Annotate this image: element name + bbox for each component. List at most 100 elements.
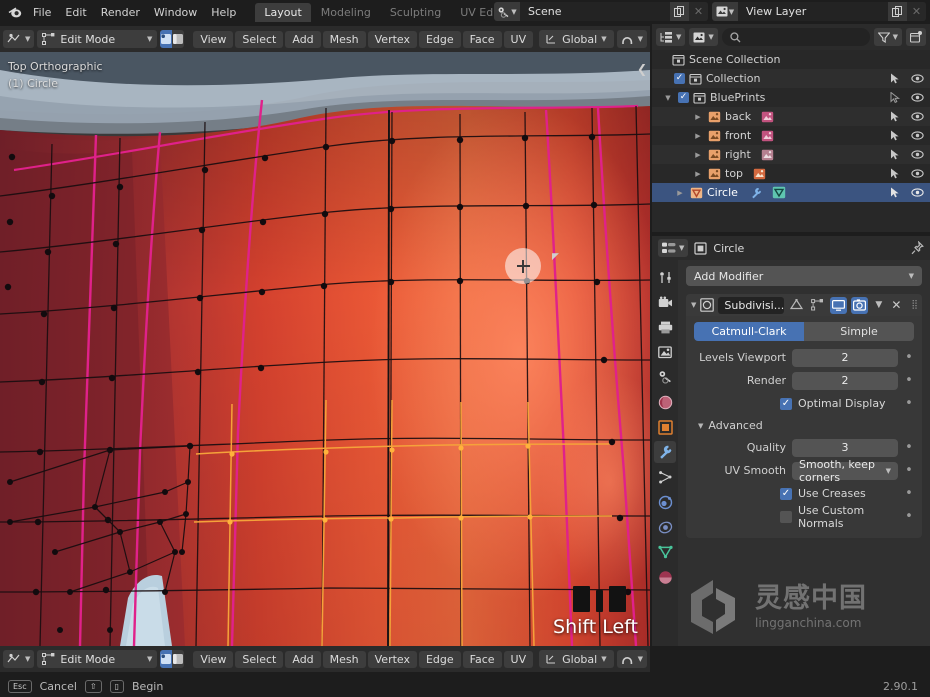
viewport-menu-view[interactable]: View xyxy=(193,30,234,48)
outliner-row-circle[interactable]: ▶ Circle xyxy=(652,183,930,202)
magnet-icon[interactable]: ▼ xyxy=(616,650,647,668)
viewport-menu-add[interactable]: Add xyxy=(285,650,321,668)
properties-editor-icon[interactable]: ▼ xyxy=(658,239,689,257)
workspace-tab-sculpting[interactable]: Sculpting xyxy=(381,3,450,22)
funnel-icon[interactable]: ▼ xyxy=(873,28,902,46)
menu-render[interactable]: Render xyxy=(94,6,147,19)
viewport-menu-mesh[interactable]: Mesh xyxy=(322,30,366,48)
vertex-select-icon[interactable] xyxy=(160,30,173,48)
viewport-menu-face[interactable]: Face xyxy=(462,30,502,48)
outliner-row-top[interactable]: ▶ top xyxy=(652,164,930,183)
render-levels-input[interactable]: 2 xyxy=(792,371,898,390)
mode-selector[interactable]: Edit Mode ▼ xyxy=(37,650,158,668)
mesh-data-icon[interactable] xyxy=(772,186,786,199)
disclosure-icon[interactable]: ▼ xyxy=(662,94,674,102)
quality-input[interactable]: 3 xyxy=(792,438,898,457)
outliner-row-scene-collection[interactable]: Scene Collection xyxy=(652,50,930,69)
remove-scene-button[interactable]: ✕ xyxy=(689,2,708,21)
render-camera-tab[interactable] xyxy=(654,291,676,313)
particles-tab[interactable] xyxy=(654,466,676,488)
selectable-cursor-icon[interactable] xyxy=(890,149,901,160)
animate-property-dot[interactable]: • xyxy=(904,510,914,523)
world-globe-tab[interactable] xyxy=(654,391,676,413)
viewport-menu-edge[interactable]: Edge xyxy=(418,650,461,668)
vertex-select-icon[interactable] xyxy=(160,650,173,668)
magnet-icon[interactable]: ▼ xyxy=(616,30,647,48)
viewport-menu-vertex[interactable]: Vertex xyxy=(367,650,417,668)
view-layer-name[interactable]: View Layer xyxy=(738,2,888,21)
scene-icon[interactable]: ▼ xyxy=(494,2,520,21)
workspace-tab-layout[interactable]: Layout xyxy=(255,2,311,22)
viewport-menu-vertex[interactable]: Vertex xyxy=(367,30,417,48)
outliner-row-collection[interactable]: ✓ Collection xyxy=(652,69,930,88)
triangle-down-icon[interactable]: ▼ xyxy=(691,301,696,309)
object-square-tab[interactable] xyxy=(654,416,676,438)
mesh-data-tab[interactable] xyxy=(654,541,676,563)
modifier-name-field[interactable]: Subdivisi... xyxy=(718,296,784,314)
viewport-menu-edge[interactable]: Edge xyxy=(418,30,461,48)
outliner-display-mode-icon[interactable]: ▼ xyxy=(656,28,686,46)
eye-icon[interactable] xyxy=(911,130,924,141)
search-input[interactable] xyxy=(721,28,870,46)
outliner-row-blueprints[interactable]: ▼ ✓ BluePrints xyxy=(652,88,930,107)
eye-icon[interactable] xyxy=(911,73,924,84)
selectable-cursor-icon[interactable] xyxy=(890,73,901,84)
image-data-icon[interactable] xyxy=(761,149,774,161)
uv-smooth-dropdown[interactable]: Smooth, keep corners ▼ xyxy=(792,458,898,484)
animate-property-dot[interactable]: • xyxy=(904,374,914,387)
image-data-icon[interactable] xyxy=(761,130,774,142)
selectable-cursor-icon[interactable] xyxy=(890,168,901,179)
eye-icon[interactable] xyxy=(911,92,924,103)
pin-icon[interactable] xyxy=(910,241,924,255)
material-sphere-tab[interactable] xyxy=(654,566,676,588)
outliner-row-back[interactable]: ▶ back xyxy=(652,107,930,126)
viewport-menu-view[interactable]: View xyxy=(193,650,234,668)
transform-orientation-selector[interactable]: Global ▼ xyxy=(539,30,614,48)
collection-checkbox[interactable]: ✓ xyxy=(674,73,685,84)
disclosure-icon[interactable]: ▶ xyxy=(692,151,704,159)
remove-view-layer-button[interactable]: ✕ xyxy=(907,2,926,21)
mode-selector[interactable]: Edit Mode ▼ xyxy=(37,30,158,48)
animate-property-dot[interactable]: • xyxy=(904,441,914,454)
use-custom-normals-checkbox[interactable] xyxy=(780,510,792,523)
menu-help[interactable]: Help xyxy=(204,6,243,19)
viewport-menu-face[interactable]: Face xyxy=(462,650,502,668)
render-display-icon[interactable] xyxy=(851,296,869,314)
image-data-icon[interactable] xyxy=(761,111,774,123)
blender-logo-icon[interactable] xyxy=(4,3,26,21)
editor-type-icon[interactable]: ▼ xyxy=(3,650,35,668)
view-layer-images-tab[interactable] xyxy=(654,341,676,363)
disclosure-icon[interactable]: ▶ xyxy=(692,113,704,121)
outliner-tree[interactable]: Scene Collection ✓ Collection ▼ ✓ BluePr… xyxy=(652,50,930,232)
levels-viewport-input[interactable]: 2 xyxy=(792,348,898,367)
eye-icon[interactable] xyxy=(911,111,924,122)
viewport-menu-add[interactable]: Add xyxy=(285,30,321,48)
eye-icon[interactable] xyxy=(911,187,924,198)
delete-modifier-icon[interactable]: ✕ xyxy=(891,298,901,312)
workspace-tab-modeling[interactable]: Modeling xyxy=(312,3,380,22)
disclosure-icon[interactable]: ▶ xyxy=(674,189,686,197)
eye-icon[interactable] xyxy=(911,168,924,179)
transform-orientation-selector[interactable]: Global ▼ xyxy=(539,650,614,668)
chevron-left-icon[interactable]: ❮ xyxy=(637,62,647,76)
selectable-cursor-icon[interactable] xyxy=(890,111,901,122)
scene-name[interactable]: Scene xyxy=(520,2,670,21)
disclosure-icon[interactable]: ▶ xyxy=(692,170,704,178)
view-layer-selector[interactable]: ▼ View Layer ✕ xyxy=(712,2,926,21)
add-modifier-button[interactable]: Add Modifier ▼ xyxy=(686,266,922,286)
viewport-menu-select[interactable]: Select xyxy=(235,30,284,48)
viewport-menu-uv[interactable]: UV xyxy=(503,650,534,668)
animate-property-dot[interactable]: • xyxy=(904,487,914,500)
editor-type-icon[interactable]: ▼ xyxy=(3,30,35,48)
simple-option[interactable]: Simple xyxy=(804,322,914,341)
selectable-cursor-icon[interactable] xyxy=(890,187,901,198)
viewport-menu-select[interactable]: Select xyxy=(235,650,284,668)
drag-grip-icon[interactable]: ⣿ xyxy=(911,300,918,310)
id-type-icon[interactable]: ▼ xyxy=(689,28,718,46)
menu-window[interactable]: Window xyxy=(147,6,204,19)
physics-orbit-tab[interactable] xyxy=(654,491,676,513)
3d-viewport[interactable]: Top Orthographic (1) Circle ❮ ◤ Shift Le… xyxy=(0,52,650,646)
scene-tab[interactable] xyxy=(654,366,676,388)
menu-edit[interactable]: Edit xyxy=(58,6,93,19)
collection-checkbox[interactable]: ✓ xyxy=(678,92,689,103)
